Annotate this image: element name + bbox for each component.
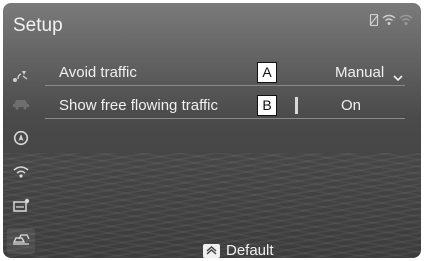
avoid-traffic-value: Manual — [335, 64, 385, 81]
setting-row-show-free-flowing-traffic[interactable]: Show free flowing traffic B On — [45, 92, 405, 119]
wifi-icon — [13, 165, 29, 184]
toggle-indicator — [295, 97, 298, 114]
info-icon — [13, 130, 29, 151]
row-divider — [45, 85, 405, 86]
default-button[interactable]: Default — [203, 242, 274, 258]
wifi-icon — [382, 14, 396, 26]
callout-label-b: B — [257, 95, 277, 116]
setting-label-avoid-traffic: Avoid traffic — [59, 64, 137, 81]
show-free-flowing-traffic-toggle[interactable]: On — [291, 92, 405, 118]
car-icon — [12, 96, 30, 115]
status-bar — [369, 14, 413, 26]
page-title: Setup — [13, 15, 63, 36]
callout-label-a: A — [257, 62, 277, 83]
setup-screen: Setup Avoid traffic A Manual Show free f… — [3, 3, 421, 258]
row-divider — [45, 118, 405, 119]
setting-label-show-free-flowing-traffic: Show free flowing traffic — [59, 97, 218, 114]
display-icon — [12, 198, 30, 218]
traffic-icon — [12, 232, 30, 251]
avoid-traffic-dropdown[interactable]: Manual — [321, 59, 405, 85]
default-label: Default — [226, 242, 274, 258]
default-icon — [203, 243, 220, 258]
show-free-flowing-traffic-value: On — [341, 97, 362, 114]
sidebar-item-traffic[interactable] — [7, 228, 35, 254]
sidebar-item-wifi[interactable] — [7, 161, 35, 187]
sidebar-item-vehicle[interactable] — [7, 92, 35, 118]
setting-row-avoid-traffic[interactable]: Avoid traffic A Manual — [45, 59, 405, 86]
sidebar-item-display[interactable] — [7, 195, 35, 221]
sidebar-item-info[interactable] — [7, 127, 35, 153]
phone-icon — [369, 14, 379, 26]
voice-navigation-icon — [12, 68, 30, 89]
signal-icon — [399, 14, 413, 26]
sidebar-item-voice[interactable] — [7, 65, 35, 91]
